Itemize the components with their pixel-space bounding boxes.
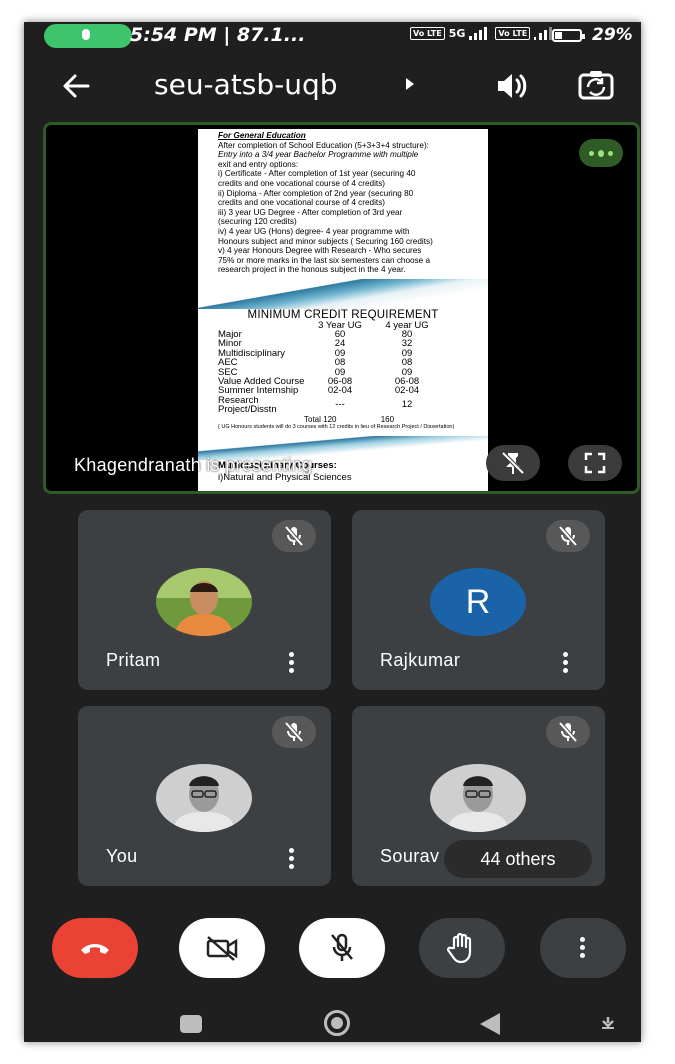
mic-off-badge — [546, 520, 590, 552]
doc-intro-line: credits and one vocational course of 4 c… — [218, 178, 386, 188]
battery-icon — [552, 29, 585, 42]
total-label: Total — [304, 414, 321, 424]
network-type: 5G — [448, 27, 466, 40]
avatar: R — [430, 568, 526, 636]
doc-intro-line: credits and one vocational course of 4 c… — [218, 198, 386, 208]
participant-name: Rajkumar — [380, 650, 461, 670]
chevron-down-icon[interactable] — [600, 1016, 616, 1030]
fullscreen-button[interactable] — [568, 445, 622, 481]
status-bar: 5:54 PM | 87.1... Vo LTE 5G Vo LTE 29% — [24, 22, 641, 48]
switch-camera-icon[interactable] — [577, 68, 615, 102]
phone-screen: 5:54 PM | 87.1... Vo LTE 5G Vo LTE 29% s… — [24, 22, 641, 1042]
doc-intro-line: exit and entry options: — [218, 159, 299, 169]
status-time: 5:54 PM | 87.1... — [130, 24, 306, 46]
total-3yr: 120 — [323, 414, 337, 424]
fullscreen-icon — [584, 452, 606, 474]
table-cell: --- — [335, 399, 345, 411]
participant-name: You — [106, 846, 138, 866]
others-count-chip[interactable]: 44 others — [444, 840, 592, 878]
unpin-button[interactable] — [486, 445, 540, 481]
credit-note: ( UG Honours students will do 3 courses … — [218, 423, 455, 430]
mic-off-icon — [331, 933, 353, 961]
doc-intro-line: v) 4 year Honours Degree with Research -… — [218, 246, 422, 256]
mic-active-pill[interactable] — [44, 24, 132, 48]
android-nav-bar — [24, 988, 641, 1042]
more-vert-icon[interactable] — [289, 848, 295, 870]
avatar-photo — [430, 764, 526, 832]
mic-icon — [82, 29, 90, 40]
participant-tile-pritam[interactable]: Pritam — [78, 510, 331, 690]
mic-off-icon — [284, 525, 304, 547]
avatar — [156, 568, 252, 636]
presentation-tile[interactable]: For General Education After completion o… — [43, 122, 640, 494]
avatar — [430, 764, 526, 832]
doc-intro-line: iv) 4 year UG (Hons) degree- 4 year prog… — [218, 226, 410, 236]
recents-icon[interactable] — [180, 1015, 202, 1033]
volte-badge-2: Vo LTE — [495, 27, 531, 40]
pin-off-icon — [501, 451, 525, 475]
table-row: Research Project/Disstn --- 12 — [218, 396, 442, 415]
doc-intro-line: iii) 3 year UG Degree - After completion… — [218, 207, 403, 217]
doc-intro-lines: After completion of School Education (5+… — [218, 141, 470, 275]
doc-intro-line: (securing 120 credits) — [218, 217, 297, 227]
participant-name: Sourav — [380, 846, 440, 866]
mic-off-badge — [546, 716, 590, 748]
doc-intro-line: 75% or more marks in the last six semest… — [218, 255, 431, 265]
home-icon[interactable] — [324, 1010, 350, 1036]
table-cell: 12 — [401, 399, 413, 411]
doc-intro-line: i) Certificate - After completion of 1st… — [218, 169, 416, 179]
back-nav-icon[interactable] — [480, 1013, 500, 1035]
more-vert-icon[interactable] — [563, 652, 569, 674]
camera-off-icon — [206, 936, 238, 961]
end-call-icon — [81, 944, 109, 954]
speaking-indicator — [579, 139, 623, 167]
signal-icon — [469, 27, 488, 40]
caret-right-icon[interactable] — [406, 78, 414, 90]
mic-off-icon — [284, 721, 304, 743]
table-cell: Research Project/Disstn — [218, 394, 277, 416]
more-options-button[interactable] — [540, 918, 626, 978]
doc-intro-line: ii) Diploma - After completion of 2nd ye… — [218, 188, 414, 198]
doc-intro-line: research project in the honous subject i… — [218, 265, 406, 275]
participant-tile-rajkumar[interactable]: R Rajkumar — [352, 510, 605, 690]
doc-intro-line: Honours subject and minor subjects ( Sec… — [218, 236, 433, 246]
credit-total-row: Total 120 160 — [304, 415, 488, 424]
meeting-header: seu-atsb-uqb — [24, 62, 641, 112]
avatar-photo — [156, 764, 252, 832]
more-vert-icon — [580, 937, 585, 958]
end-call-button[interactable] — [52, 918, 138, 978]
raise-hand-button[interactable] — [419, 918, 505, 978]
battery-percent: 29% — [592, 25, 633, 45]
speaker-icon[interactable] — [494, 70, 530, 102]
decorative-band — [198, 278, 488, 309]
signal-icons: Vo LTE 5G Vo LTE — [410, 27, 556, 40]
doc-heading: For General Education — [218, 131, 306, 140]
credit-table: 3 Year UG 4 year UG Major 60 80 Minor 24 32 Mult… — [218, 320, 442, 415]
participant-tile-you[interactable]: You — [78, 706, 331, 886]
table-cell: 02-04 — [394, 385, 420, 397]
more-vert-icon[interactable] — [289, 652, 295, 674]
mic-off-badge — [272, 520, 316, 552]
mic-off-icon — [558, 721, 578, 743]
avatar-photo — [156, 568, 252, 636]
meeting-code[interactable]: seu-atsb-uqb — [154, 68, 338, 101]
participant-name: Pritam — [106, 650, 161, 670]
total-4yr: 160 — [380, 414, 395, 424]
camera-toggle-button[interactable] — [179, 918, 265, 978]
battery-level — [555, 32, 562, 39]
mic-toggle-button[interactable] — [299, 918, 385, 978]
mic-off-icon — [558, 525, 578, 547]
arrow-left-icon[interactable] — [60, 70, 92, 102]
shared-document: For General Education After completion o… — [198, 129, 488, 491]
avatar — [156, 764, 252, 832]
table-cell: 02-04 — [327, 385, 353, 397]
volte-badge: Vo LTE — [410, 27, 445, 40]
raise-hand-icon — [447, 932, 472, 964]
doc-intro-line: Entry into a 3/4 year Bachelor Programme… — [218, 150, 419, 160]
doc-intro-line: After completion of School Education (5+… — [218, 140, 429, 150]
mic-off-badge — [272, 716, 316, 748]
presenting-label: Khagendranath is presenting — [74, 455, 313, 475]
avatar-letter: R — [465, 583, 491, 621]
doc-intro: For General Education After completion o… — [198, 129, 488, 275]
